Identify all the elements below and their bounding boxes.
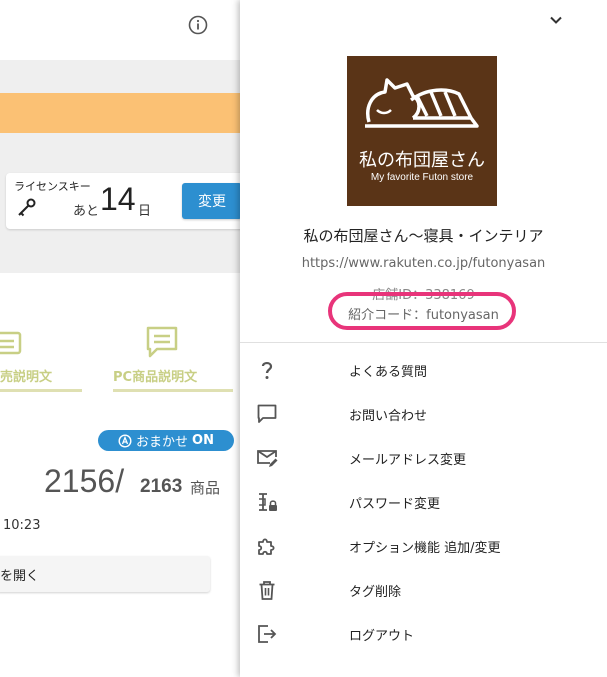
open-button-label: を開く [0, 569, 40, 584]
open-button[interactable]: を開く [0, 556, 210, 592]
omakase-toggle[interactable]: おまかせ ON [98, 430, 234, 451]
mail-edit-icon [257, 450, 278, 467]
menu-label: ログアウト [349, 629, 415, 644]
notice-banner [0, 93, 240, 133]
menu-label: タグ削除 [349, 585, 402, 600]
logo-title: 私の布団屋さん [359, 150, 485, 171]
menu-label: お問い合わせ [349, 409, 428, 424]
comment-icon [146, 326, 178, 358]
document-icon [0, 331, 22, 355]
shop-name: 私の布団屋さん〜寝具・インテリア [303, 227, 544, 245]
menu-label: パスワード変更 [349, 497, 441, 512]
omakase-state: ON [192, 433, 214, 448]
shop-url[interactable]: https://www.rakuten.co.jp/futonyasan [240, 256, 607, 271]
chevron-down-icon[interactable] [548, 12, 564, 28]
shop-logo: 私の布団屋さん My favorite Futon store [347, 56, 497, 206]
change-button[interactable]: 変更 [182, 183, 242, 219]
chat-icon [257, 404, 277, 423]
key-icon [18, 198, 36, 217]
menu-item-contact[interactable]: お問い合わせ [240, 392, 607, 436]
password-icon [259, 493, 277, 511]
tab-description-sp[interactable]: 売説明文 [0, 366, 52, 385]
menu-item-logout[interactable]: ログアウト [240, 612, 607, 656]
main-card: 売説明文 PC商品説明文 おまかせ ON 2156/ 2163 商品 10:23 … [0, 273, 240, 677]
menu-item-faq[interactable]: よくある質問 [240, 348, 607, 392]
logout-icon [258, 625, 277, 643]
account-menu: よくある質問 お問い合わせ メールアドレス変更 パスワード変更 オプション機能 … [240, 348, 607, 656]
count-unit: 商品 [190, 479, 221, 497]
info-icon[interactable] [188, 15, 208, 35]
account-panel: 私の布団屋さん My favorite Futon store 私の布団屋さん〜… [240, 0, 607, 677]
processed-count: 2156/ [44, 463, 125, 499]
help-icon [261, 361, 273, 379]
tab-underline [113, 389, 233, 392]
puzzle-icon [258, 538, 275, 555]
divider [240, 342, 607, 343]
auto-icon [118, 433, 132, 448]
menu-label: オプション機能 追加/変更 [349, 541, 501, 556]
total-count: 2163 [140, 476, 183, 497]
menu-label: よくある質問 [349, 365, 428, 380]
omakase-label: おまかせ [136, 435, 189, 450]
menu-item-password[interactable]: パスワード変更 [240, 480, 607, 524]
remaining-prefix: あと [73, 204, 100, 219]
license-card: ライセンスキー あと 14 日 変更 [6, 173, 246, 229]
sleeping-cat-icon [365, 78, 479, 128]
days-unit: 日 [138, 204, 152, 219]
menu-item-email[interactable]: メールアドレス変更 [240, 436, 607, 480]
remaining-days: 14 [100, 181, 136, 217]
license-key-label: ライセンスキー [14, 180, 91, 193]
tab-underline [0, 389, 82, 392]
menu-item-delete-tags[interactable]: タグ削除 [240, 568, 607, 612]
update-time: 10:23 [3, 518, 41, 533]
tab-description-pc[interactable]: PC商品説明文 [113, 366, 197, 385]
trash-icon [259, 581, 275, 600]
menu-item-options[interactable]: オプション機能 追加/変更 [240, 524, 607, 568]
logo-subtitle: My favorite Futon store [370, 172, 474, 183]
menu-label: メールアドレス変更 [349, 453, 467, 468]
highlight-oval [328, 292, 516, 330]
